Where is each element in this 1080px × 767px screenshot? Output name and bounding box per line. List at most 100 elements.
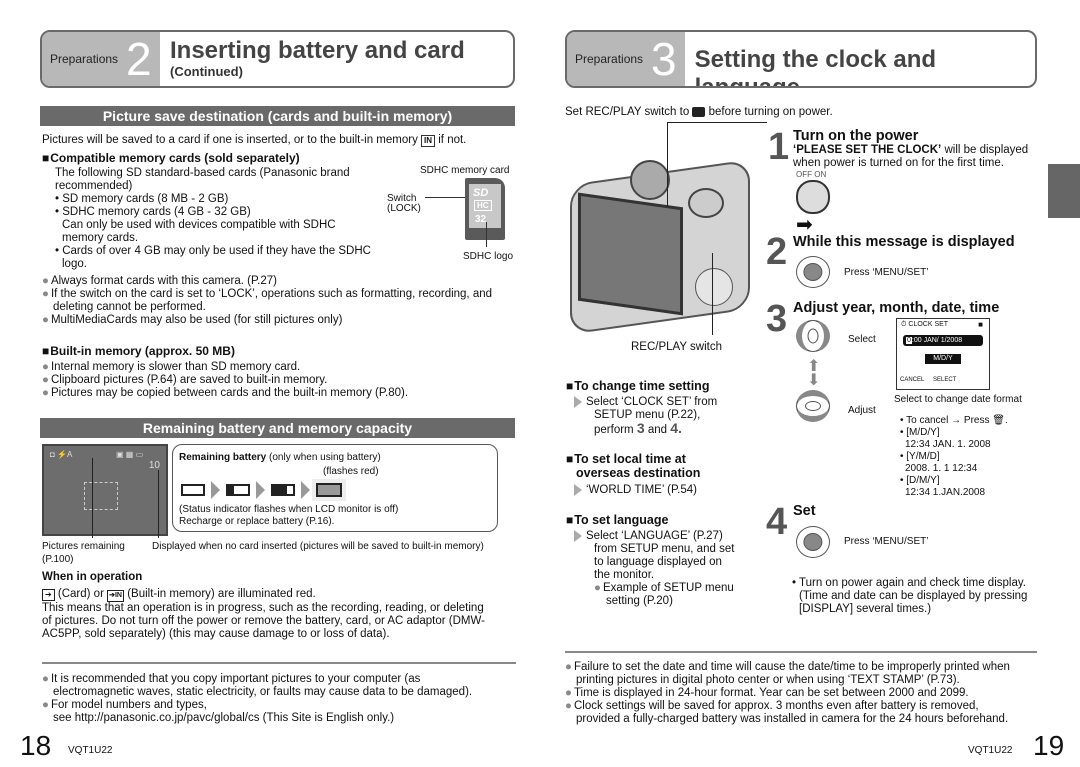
- camera-lcd: [578, 192, 683, 316]
- arrow-icon: [574, 530, 582, 542]
- play-arrow-icon: [256, 481, 265, 499]
- power-pointer-line: [667, 122, 767, 123]
- sd-card-illustration: SD HC 32: [465, 178, 505, 240]
- step4-notes: • Turn on power again and check time dis…: [792, 577, 1028, 615]
- arrow-icon: [574, 396, 582, 408]
- step-title: Turn on the power: [793, 128, 919, 144]
- remaining-pointer-line: [92, 458, 93, 538]
- power-switch-illustration[interactable]: OFF ON ➡: [796, 170, 830, 236]
- focus-frame: [84, 482, 118, 510]
- header-section-label: Preparations: [575, 52, 644, 66]
- overseas-heading: To set local time at: [566, 453, 686, 466]
- format-note: Select to change date format: [894, 394, 1022, 405]
- trash-icon: 🗑: [992, 415, 1005, 426]
- date-format-field: M/D/Y: [925, 354, 961, 364]
- left-page-header: Preparations 2 Inserting battery and car…: [40, 30, 515, 88]
- builtin-memory-heading: Built-in memory (approx. 50 MB): [42, 345, 235, 358]
- step-number: 4: [766, 501, 788, 543]
- camera-mode-icon: ◘ ⚡A: [50, 450, 73, 459]
- battery-mid-icon: [226, 484, 250, 496]
- press-menu-set: Press ‘MENU/SET’: [844, 536, 929, 547]
- right-page-header: Preparations 3 Setting the clock and lan…: [565, 30, 1037, 88]
- header-section-label: Preparations: [50, 52, 119, 66]
- section-bar-remaining-battery: Remaining battery and memory capacity: [40, 418, 515, 438]
- model-code-right: VQT1U22: [968, 745, 1013, 756]
- camera-illustration: [570, 159, 750, 335]
- chapter-tab: [1048, 164, 1080, 218]
- sdhc-logo-label: SDHC logo: [463, 251, 514, 262]
- operation-warning: This means that an operation is in progr…: [42, 602, 485, 640]
- step-number: 1: [768, 126, 790, 168]
- section-bar-save-destination: Picture save destination (cards and buil…: [40, 106, 515, 126]
- arrow-right-icon: ➡: [796, 214, 813, 236]
- battery-full-icon: [181, 484, 205, 496]
- builtin-access-icon: ➔IN: [107, 590, 124, 602]
- play-arrow-icon: [211, 481, 220, 499]
- language-heading: To set language: [566, 514, 668, 527]
- sdhc-card-label: SDHC memory card: [420, 165, 510, 176]
- page-subtitle: (Continued): [170, 64, 243, 79]
- up-down-arrow-icon: ⬆ ⬇: [807, 358, 821, 389]
- battery-empty-flashing-icon: [316, 483, 342, 497]
- step-number: 3: [766, 298, 788, 340]
- builtin-memory-icon: IN: [421, 135, 436, 147]
- card-access-icon: ➔: [42, 589, 55, 601]
- model-code-left: VQT1U22: [68, 745, 113, 756]
- step-number: 2: [766, 231, 788, 273]
- battery-levels: [181, 481, 342, 499]
- header-section-number: 2: [126, 33, 152, 85]
- header-section-number: 3: [651, 33, 677, 85]
- battery-low-icon: [271, 484, 295, 496]
- clock-set-screen: ⏱ CLOCK SET ■ 0:00 JAN/ 1/2008 M/D/Y CAN…: [896, 318, 990, 390]
- mode-dial: [630, 160, 670, 200]
- status-icons: ▣ ▦ ▭: [116, 450, 144, 459]
- switch-pointer-line: [425, 197, 465, 198]
- page-title: Inserting battery and card: [170, 37, 465, 64]
- compatible-cards-heading: Compatible memory cards (sold separately…: [42, 152, 299, 165]
- change-time-heading: To change time setting: [566, 380, 709, 393]
- clock-value-field: 0:00 JAN/ 1/2008: [903, 335, 983, 346]
- operation-line: ➔ (Card) or ➔IN (Built-in memory) are il…: [42, 588, 316, 602]
- card-notes: ● Always format cards with this camera. (…: [42, 275, 493, 326]
- recplay-pointer-line: [712, 253, 713, 335]
- builtin-memory-notes: ● Internal memory is slower than SD memor…: [42, 361, 409, 399]
- date-format-list: • To cancel → Press 🗑. • [M/D/Y] 12:34 J…: [900, 415, 1008, 498]
- compatible-cards-list: The following SD standard-based cards (P…: [55, 167, 371, 270]
- page-number-right: 19: [1033, 730, 1065, 761]
- battery-info-box: Remaining battery (only when using batte…: [172, 444, 498, 532]
- select-label: Select: [848, 334, 876, 345]
- lock-label: (LOCK): [387, 203, 421, 214]
- lcd-monitor-illustration: ◘ ⚡A ▣ ▦ ▭ 10: [42, 444, 168, 536]
- no-card-label: Displayed when no card inserted (picture…: [152, 541, 484, 552]
- nocard-pointer-line: [158, 470, 159, 538]
- left-divider: [42, 662, 516, 664]
- language-text: Select ‘LANGUAGE’ (P.27) from SETUP menu…: [574, 530, 734, 608]
- cursor-pad-icon: [796, 256, 830, 288]
- cursor-pad-left-right-icon: [796, 320, 830, 352]
- shutter-button: [688, 188, 724, 218]
- page-number-left: 18: [20, 730, 52, 761]
- right-footer-notes: ● Failure to set the date and time will c…: [565, 661, 1010, 725]
- arrow-icon: [574, 484, 582, 496]
- record-mode-icon: ■: [978, 320, 983, 329]
- cursor-pad-icon: [796, 526, 830, 558]
- overseas-text: ‘WORLD TIME’ (P.54): [574, 484, 697, 497]
- right-divider: [565, 651, 1037, 653]
- left-footer-notes: ● It is recommended that you copy importa…: [42, 673, 473, 724]
- step-title: Set: [793, 503, 816, 519]
- rec-play-switch-label: REC/PLAY switch: [631, 341, 722, 353]
- logo-pointer-line: [486, 222, 487, 247]
- pictures-remaining-label: Pictures remaining (P.100): [42, 541, 125, 565]
- step-title: Adjust year, month, date, time: [793, 300, 1000, 316]
- cursor-pad-up-down-icon: [796, 390, 830, 422]
- save-intro: Pictures will be saved to a card if one …: [42, 134, 467, 147]
- camera-icon: [692, 106, 706, 117]
- press-menu-set: Press ‘MENU/SET’: [844, 267, 929, 278]
- page-title: Setting the clock and language: [694, 46, 937, 88]
- operation-heading: When in operation: [42, 571, 143, 583]
- step-title: While this message is displayed: [793, 234, 1015, 250]
- adjust-label: Adjust: [848, 405, 876, 416]
- rec-play-intro: Set REC/PLAY switch to before turning on…: [565, 106, 833, 118]
- cursor-pad: [695, 268, 733, 306]
- play-arrow-icon: [301, 481, 310, 499]
